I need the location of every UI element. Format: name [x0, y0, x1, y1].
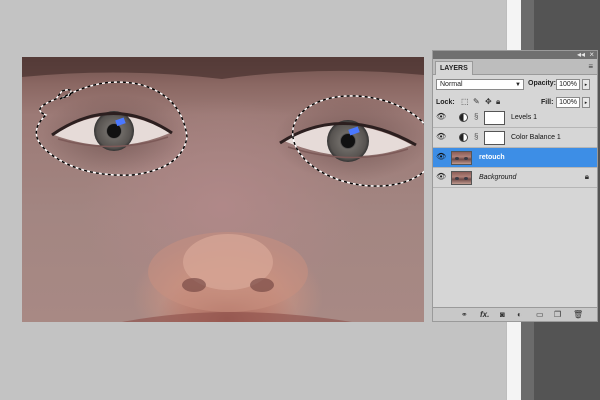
add-mask-icon[interactable]: ◙ — [500, 309, 505, 320]
new-layer-icon[interactable]: ❐ — [554, 309, 561, 320]
fill-slider-button[interactable]: ▸ — [582, 97, 590, 108]
layer-name: Levels 1 — [511, 114, 538, 121]
fx-icon[interactable]: fx. — [480, 309, 489, 320]
collapse-icon[interactable]: ◂◂ — [577, 50, 585, 59]
chain-link-icon[interactable]: § — [474, 132, 478, 141]
opacity-input[interactable]: 100% — [556, 79, 580, 90]
lock-icon: 🔒︎ — [584, 172, 589, 181]
fill-input[interactable]: 100% — [556, 97, 580, 108]
blend-opacity-row: Normal ▼ Opacity: 100% ▸ — [433, 75, 597, 92]
chevron-down-icon: ▼ — [515, 82, 521, 88]
blend-mode-select[interactable]: Normal ▼ — [436, 79, 524, 90]
layer-mask-thumbnail[interactable] — [484, 131, 505, 145]
layer-thumbnail — [451, 151, 472, 165]
transparency-lock-icon[interactable]: ⬚ — [461, 97, 469, 107]
layer-row-levels[interactable]: 👁︎ § Levels 1 — [433, 108, 597, 128]
adjustment-layer-icon[interactable]: ◐ — [517, 309, 522, 320]
opacity-label: Opacity: — [528, 80, 557, 87]
panel-menu-icon[interactable]: ≡ — [588, 62, 593, 71]
lock-label: Lock: — [436, 99, 455, 106]
padlock-icon[interactable]: 🔒︎ — [496, 97, 500, 107]
delete-icon[interactable]: 🗑︎ — [573, 309, 583, 320]
close-icon[interactable]: × — [589, 50, 594, 59]
adjustment-icon — [459, 133, 468, 142]
brush-lock-icon[interactable]: ✎ — [473, 97, 480, 107]
panel-tab-row: LAYERS ≡ — [433, 59, 597, 75]
adjustment-icon — [459, 113, 468, 122]
panel-footer: ⚭ fx. ◙ ◐ ▭ ❐ 🗑︎ — [433, 307, 597, 321]
panel-title-bar[interactable]: ◂◂ × — [433, 50, 597, 59]
layer-row-color-balance[interactable]: 👁︎ § Color Balance 1 — [433, 128, 597, 148]
layer-mask-thumbnail[interactable] — [484, 111, 505, 125]
layer-row-retouch[interactable]: 👁︎ retouch — [433, 148, 597, 168]
layer-row-background[interactable]: 👁︎ Background 🔒︎ — [433, 168, 597, 188]
eye-icon[interactable]: 👁︎ — [436, 113, 446, 121]
layer-name: Color Balance 1 — [511, 134, 561, 141]
layer-name: Background — [479, 174, 517, 181]
eye-icon[interactable]: 👁︎ — [436, 133, 446, 141]
layer-thumbnail — [451, 171, 472, 185]
photo-content — [22, 57, 424, 322]
mouth — [122, 312, 352, 322]
layers-panel: ◂◂ × LAYERS ≡ Normal ▼ Opacity: 100% ▸ L… — [432, 50, 598, 322]
eye-icon[interactable]: 👁︎ — [436, 173, 446, 181]
new-group-icon[interactable]: ▭ — [536, 309, 544, 320]
nose — [148, 232, 308, 312]
image-canvas[interactable] — [22, 57, 424, 322]
eye-icon[interactable]: 👁︎ — [436, 153, 446, 161]
chain-link-icon[interactable]: § — [474, 112, 478, 121]
opacity-slider-button[interactable]: ▸ — [582, 79, 590, 90]
layers-list: 👁︎ § Levels 1 👁︎ § Color Balance 1 👁︎ re… — [433, 108, 597, 302]
link-layers-icon[interactable]: ⚭ — [461, 309, 468, 320]
tab-layers[interactable]: LAYERS — [435, 61, 473, 75]
move-lock-icon[interactable]: ✥ — [485, 97, 492, 107]
layer-name: retouch — [479, 154, 505, 161]
fill-label: Fill: — [541, 99, 554, 106]
hair — [22, 57, 424, 79]
blend-mode-value: Normal — [440, 81, 463, 88]
